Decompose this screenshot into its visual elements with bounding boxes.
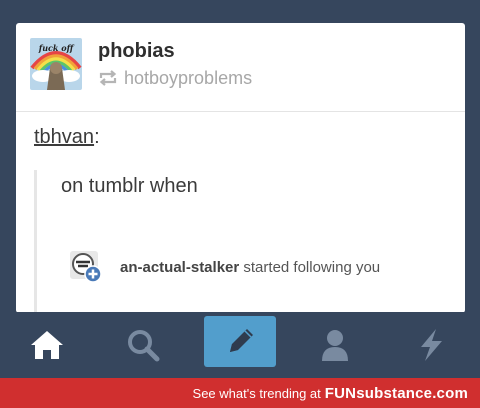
tab-account[interactable] — [299, 312, 371, 378]
reblog-source[interactable]: hotboyproblems — [98, 67, 252, 89]
reblog-icon — [99, 70, 117, 86]
blog-name[interactable]: phobias — [98, 40, 175, 63]
compose-button[interactable] — [204, 316, 276, 367]
quote-border — [34, 170, 37, 313]
footer-banner[interactable]: See what's trending at FUNsubstance.com — [0, 378, 480, 408]
lightning-icon — [421, 329, 442, 361]
avatar-caption: fuck off — [38, 43, 75, 53]
account-icon — [322, 330, 348, 361]
footer-text: See what's trending at — [192, 385, 321, 401]
post-card: fuck off phobias hotboyproblems tbhvan: … — [16, 23, 465, 313]
bottom-tab-bar — [0, 312, 480, 378]
notification-text: an-actual-stalker started following you — [120, 259, 380, 276]
search-icon — [128, 330, 160, 362]
post-header: fuck off phobias hotboyproblems — [16, 23, 465, 112]
follow-notification: an-actual-stalker started following you — [68, 245, 454, 289]
reblogged-from-name: hotboyproblems — [124, 67, 253, 88]
home-icon — [31, 331, 63, 359]
tab-activity[interactable] — [395, 312, 467, 378]
follow-icon — [70, 251, 102, 283]
quote-text: on tumblr when — [61, 175, 198, 197]
blog-avatar[interactable]: fuck off — [30, 38, 82, 90]
notification-username: an-actual-stalker — [120, 258, 240, 276]
tab-home[interactable] — [11, 312, 83, 378]
notification-action: started following you — [243, 258, 381, 276]
source-username[interactable]: tbhvan: — [34, 126, 100, 149]
footer-brand: FUNsubstance.com — [324, 384, 468, 402]
compose-icon — [230, 328, 253, 352]
tab-search[interactable] — [107, 312, 179, 378]
